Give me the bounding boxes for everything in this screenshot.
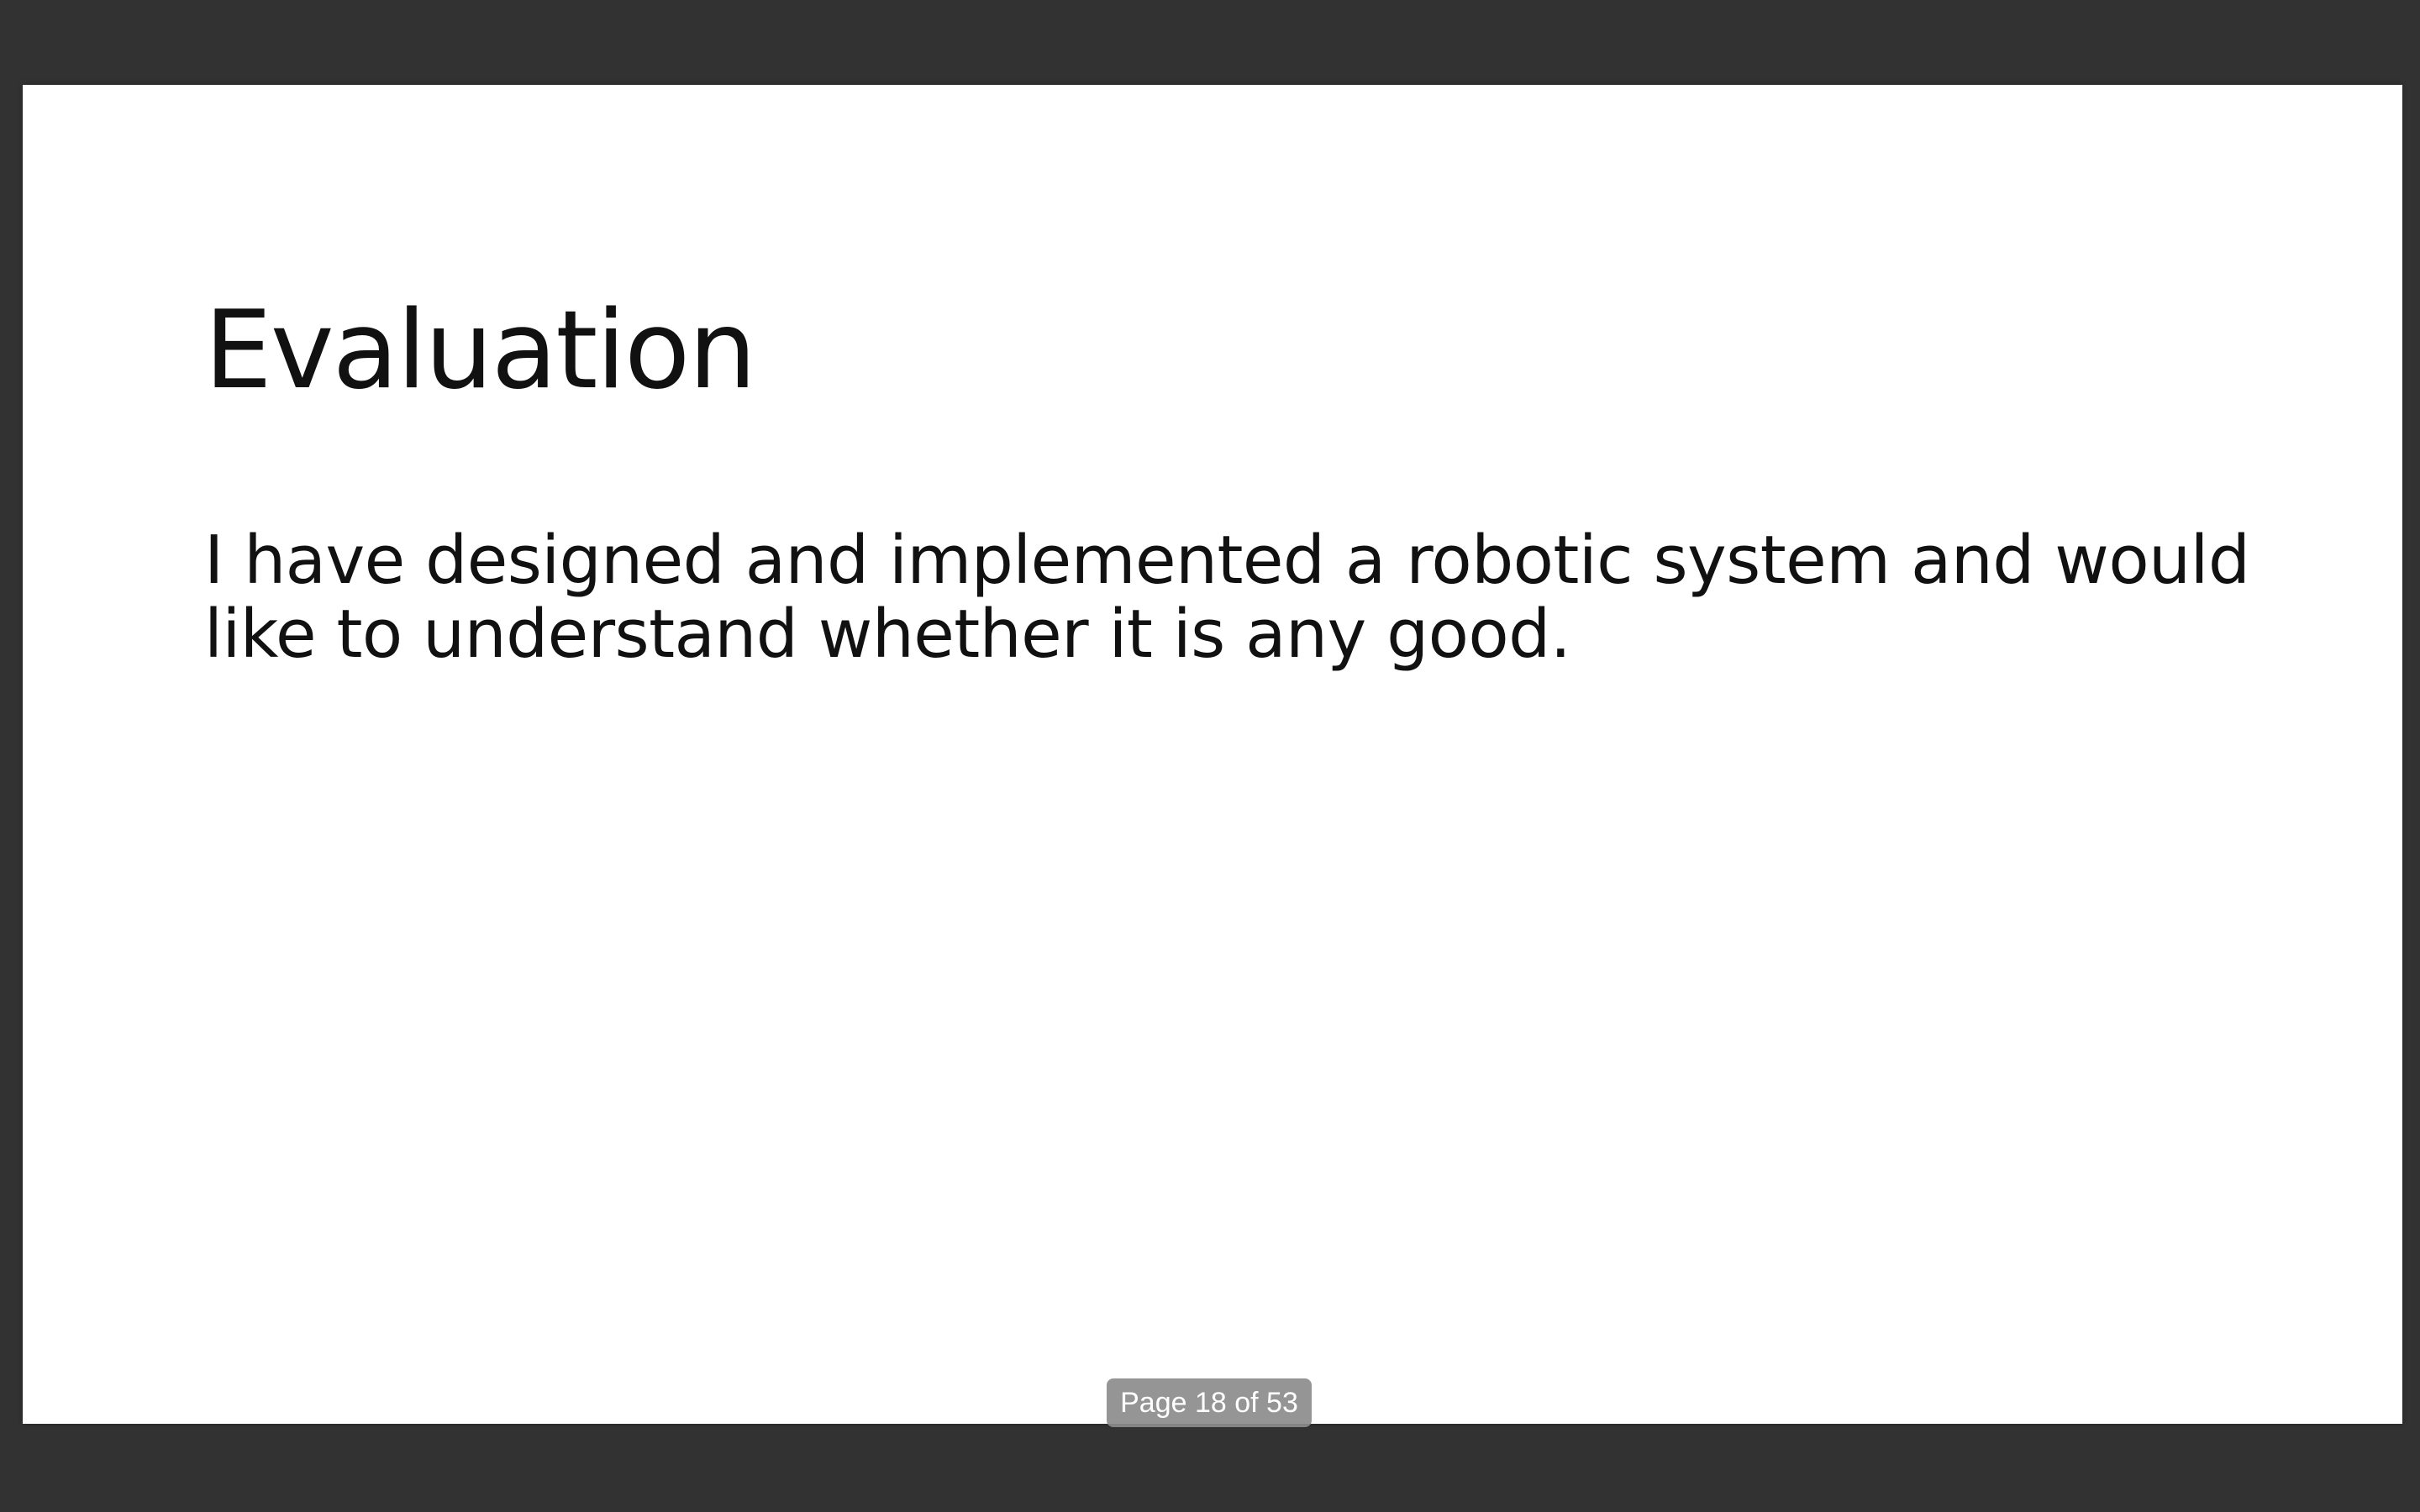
slide-title: Evaluation [204,288,756,413]
document-viewer: Evaluation I have designed and implement… [0,0,2420,1512]
slide-page: Evaluation I have designed and implement… [23,85,2402,1424]
page-indicator: Page 18 of 53 [1107,1378,1312,1427]
slide-body-text: I have designed and implemented a roboti… [204,522,2250,673]
